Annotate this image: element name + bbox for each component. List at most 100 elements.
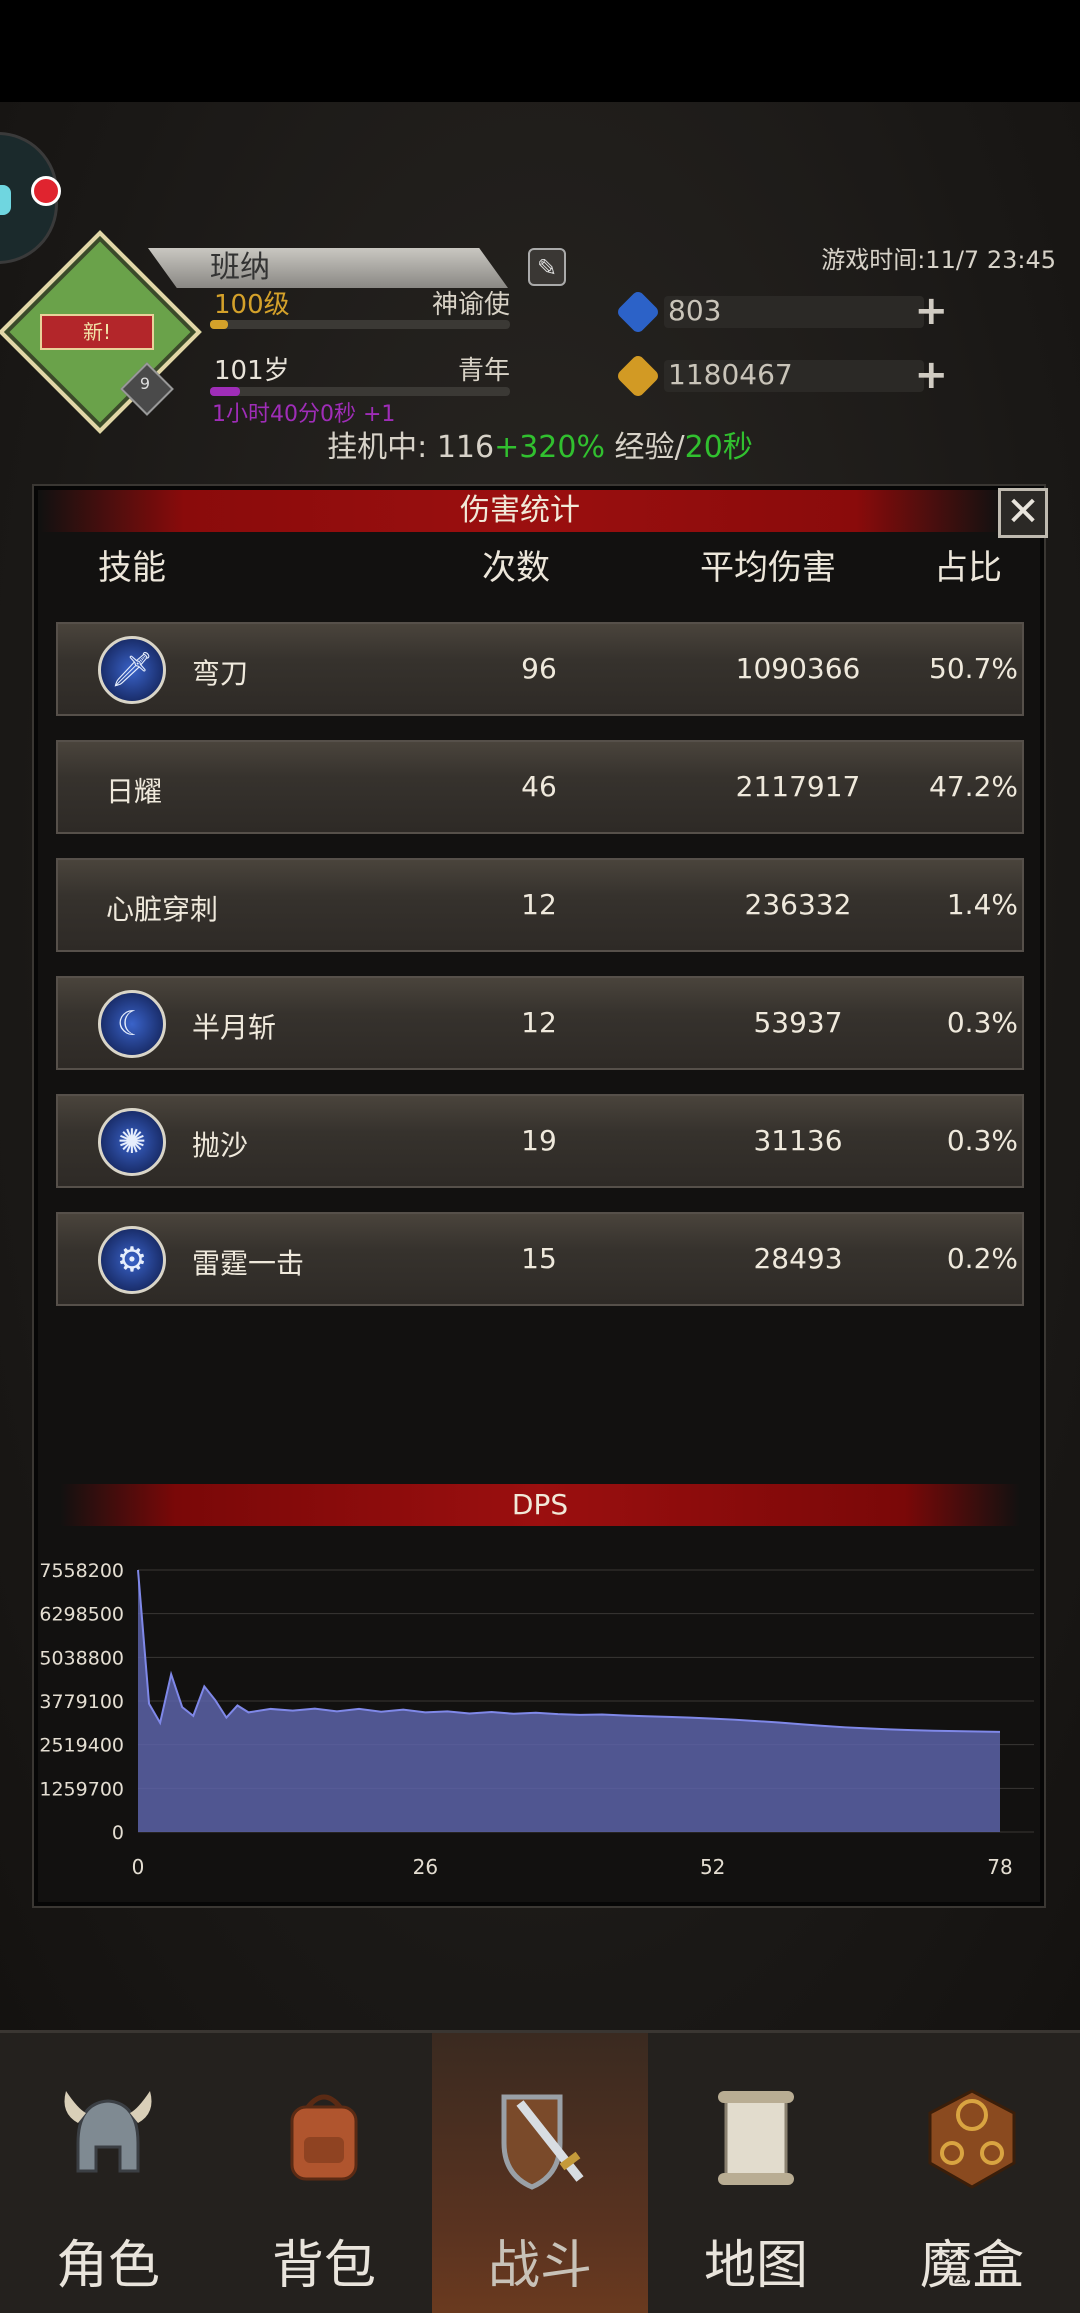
sword-icon: 🗡 — [98, 636, 166, 704]
gold-count: 1180467 — [668, 358, 793, 391]
x-tick-label: 78 — [987, 1855, 1012, 1879]
skill-avg-damage: 31136 — [753, 1124, 843, 1157]
x-tick-label: 52 — [700, 1855, 725, 1879]
crescent-moon-icon: ☾ — [98, 990, 166, 1058]
exp-bar — [210, 320, 510, 329]
skill-avg-damage: 1090366 — [735, 652, 861, 685]
idle-exp-label: 经验/ — [614, 430, 685, 465]
skill-row[interactable]: ⚙ 雷霆一击 15 28493 0.2% — [56, 1212, 1024, 1306]
pencil-icon: ✎ — [536, 254, 558, 282]
blue-gem-icon — [615, 289, 661, 335]
skill-count: 12 — [521, 888, 557, 921]
companion-face-icon — [0, 185, 11, 215]
y-tick-label: 3779100 — [39, 1691, 124, 1713]
skill-avg-damage: 53937 — [753, 1006, 843, 1039]
gem-resource: 803 + — [615, 288, 948, 335]
skill-row[interactable]: 心脏穿刺 12 236332 1.4% — [56, 858, 1024, 952]
skill-avg-damage: 2117917 — [735, 770, 861, 803]
nav-label: 地图 — [703, 2236, 808, 2296]
scroll-map-icon — [718, 2091, 794, 2185]
close-icon: ✕ — [1006, 489, 1040, 535]
x-tick-label: 0 — [132, 1855, 145, 1879]
dps-title: DPS — [60, 1484, 1020, 1526]
nav-item-magic-box[interactable]: 魔盒 — [864, 2033, 1080, 2313]
player-level: 100级 — [214, 290, 290, 320]
age-stage: 青年 — [457, 356, 510, 386]
skill-name: 心脏穿刺 — [106, 893, 219, 926]
nav-item-character[interactable]: 角色 — [0, 2033, 216, 2313]
skill-count: 12 — [521, 1006, 557, 1039]
skill-avg-damage: 28493 — [753, 1242, 843, 1275]
col-ratio: 占比 — [934, 548, 1002, 588]
nav-label: 魔盒 — [919, 2236, 1024, 2296]
skill-row[interactable]: ✺ 抛沙 19 31136 0.3% — [56, 1094, 1024, 1188]
backpack-icon — [290, 2094, 358, 2181]
name-plate — [148, 248, 508, 288]
status-bar — [0, 0, 1080, 102]
player-name: 班纳 — [210, 250, 270, 285]
skill-ratio: 47.2% — [929, 770, 1018, 803]
skill-name: 半月斩 — [192, 1011, 277, 1044]
skill-name: 抛沙 — [192, 1129, 249, 1162]
skill-count: 46 — [521, 770, 557, 803]
skill-ratio: 50.7% — [929, 652, 1018, 685]
idle-interval: 20秒 — [684, 430, 753, 465]
emblem-badge-number: 9 — [139, 374, 151, 393]
add-gem-button[interactable]: + — [914, 288, 948, 334]
nav-label: 战斗 — [487, 2236, 592, 2296]
col-avg: 平均伤害 — [700, 548, 836, 588]
skill-ratio: 0.3% — [946, 1006, 1018, 1039]
skill-ratio: 0.2% — [946, 1242, 1018, 1275]
skill-row[interactable]: ☾ 半月斩 12 53937 0.3% — [56, 976, 1024, 1070]
nav-label: 角色 — [55, 2236, 160, 2296]
idle-status: 挂机中: 116+320% 经验/20秒 — [0, 422, 1080, 466]
edit-name-button[interactable]: ✎ — [528, 248, 566, 286]
col-skill: 技能 — [98, 548, 166, 588]
skill-row[interactable]: 🗡 弯刀 96 1090366 50.7% — [56, 622, 1024, 716]
gold-resource: 1180467 + — [615, 352, 948, 399]
sand-splash-icon: ✺ — [98, 1108, 166, 1176]
idle-base: 116 — [436, 430, 495, 465]
bottom-nav: 角色 背包 战斗 地图 魔盒 — [0, 2030, 1080, 2313]
player-age: 101岁 — [214, 356, 290, 386]
skill-ratio: 1.4% — [946, 888, 1018, 921]
skill-count: 96 — [521, 652, 557, 685]
add-gold-button[interactable]: + — [914, 352, 948, 398]
skill-name: 雷霆一击 — [192, 1247, 305, 1280]
nav-item-map[interactable]: 地图 — [648, 2033, 864, 2313]
col-count: 次数 — [482, 548, 550, 588]
panel-title: 伤害统计 — [40, 490, 1000, 532]
skill-row[interactable]: 日耀 46 2117917 47.2% — [56, 740, 1024, 834]
idle-bonus: +320% — [494, 430, 605, 465]
dps-line — [137, 1569, 1001, 1733]
skill-count: 15 — [521, 1242, 557, 1275]
nav-label: 背包 — [271, 2236, 376, 2296]
gem-count: 803 — [668, 294, 722, 327]
helmet-icon — [64, 2091, 152, 2173]
skill-name: 日耀 — [106, 775, 163, 808]
sword-shield-icon — [501, 2094, 584, 2190]
y-tick-label: 6298500 — [39, 1604, 124, 1626]
y-tick-label: 2519400 — [39, 1735, 124, 1757]
nav-item-battle[interactable]: 战斗 — [432, 2033, 648, 2313]
nav-item-backpack[interactable]: 背包 — [216, 2033, 432, 2313]
skill-avg-damage: 236332 — [744, 888, 852, 921]
idle-prefix: 挂机中: — [327, 430, 428, 465]
y-tick-label: 5038800 — [39, 1647, 124, 1669]
skill-name: 弯刀 — [192, 657, 249, 690]
emblem-label: 新! — [40, 314, 154, 350]
magic-box-icon — [928, 2089, 1016, 2189]
skill-count: 19 — [521, 1124, 557, 1157]
game-time: 游戏时间:11/7 23:45 — [821, 246, 1056, 274]
x-tick-label: 26 — [413, 1855, 438, 1879]
gold-coin-icon — [615, 353, 661, 399]
y-tick-label: 0 — [112, 1822, 124, 1844]
dps-chart: 7558200 6298500 5038800 3779100 2519400 12597… — [39, 1560, 1034, 1879]
player-title: 神谕使 — [431, 290, 510, 320]
age-bar — [210, 387, 510, 396]
skill-ratio: 0.3% — [946, 1124, 1018, 1157]
close-button[interactable]: ✕ — [998, 488, 1048, 538]
notification-dot — [31, 176, 61, 206]
y-tick-label: 7558200 — [39, 1560, 124, 1582]
y-tick-label: 1259700 — [39, 1778, 124, 1800]
